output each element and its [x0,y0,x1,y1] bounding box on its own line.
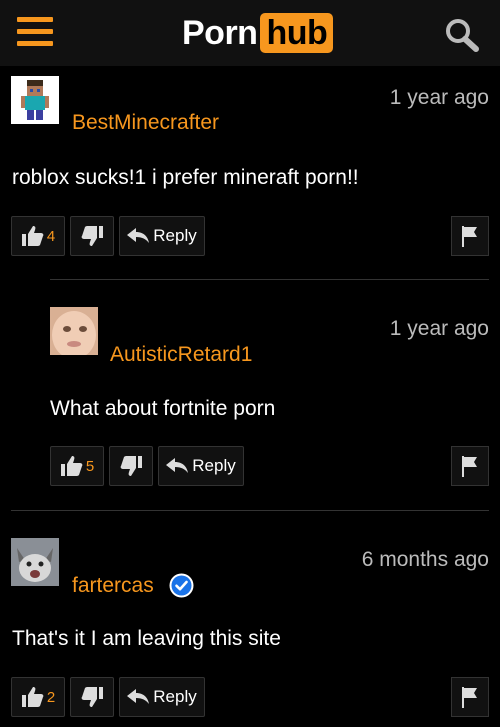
comment-reply: AutisticRetard1 1 year ago What about fo… [0,280,500,510]
upvote-button[interactable]: 4 [11,216,65,256]
flag-button[interactable] [451,216,489,256]
reply-arrow-icon [127,689,150,704]
comment-text: That's it I am leaving this site [12,627,281,650]
comment-text: roblox sucks!1 i prefer mineraft porn!! [12,166,359,189]
thumbs-down-icon [120,456,142,476]
search-icon[interactable] [442,16,482,54]
comment-text: What about fortnite porn [50,397,276,420]
upvote-count: 4 [46,227,56,245]
avatar[interactable] [11,76,59,124]
reply-label: Reply [192,456,236,475]
flag-icon [462,456,477,477]
thumbs-down-icon [81,687,103,707]
flag-icon [462,687,477,708]
upvote-count: 2 [46,688,56,706]
flag-icon [462,226,477,247]
upvote-button[interactable]: 2 [11,677,65,717]
logo-text-right: hub [260,13,334,53]
thumbs-up-icon [21,226,44,246]
upvote-button[interactable]: 5 [50,446,104,486]
logo-text-left: Porn [182,13,258,52]
verified-badge-icon [169,573,194,598]
upvote-count: 5 [85,457,95,475]
thumbs-up-icon [60,456,83,476]
comment: fartercas 6 months ago That's it I am le… [0,511,500,727]
reply-arrow-icon [127,228,150,243]
comment-timestamp: 6 months ago [361,548,489,571]
downvote-button[interactable] [70,677,114,717]
avatar[interactable] [11,538,59,586]
comment: BestMinecrafter 1 year ago roblox sucks!… [0,66,500,280]
reply-arrow-icon [166,458,189,473]
comment-timestamp: 1 year ago [389,86,489,109]
thumbs-up-icon [21,687,44,707]
downvote-button[interactable] [109,446,153,486]
flag-button[interactable] [451,446,489,486]
downvote-button[interactable] [70,216,114,256]
reply-button[interactable]: Reply [119,216,205,256]
reply-button[interactable]: Reply [158,446,244,486]
comment-timestamp: 1 year ago [389,317,489,340]
reply-button[interactable]: Reply [119,677,205,717]
hamburger-menu-icon[interactable] [17,17,53,49]
comment-username[interactable]: BestMinecrafter [72,111,219,135]
flag-button[interactable] [451,677,489,717]
thumbs-down-icon [81,226,103,246]
reply-label: Reply [153,687,197,706]
site-logo[interactable]: Porn hub [182,11,334,55]
reply-label: Reply [153,226,197,245]
avatar[interactable] [50,307,98,355]
comment-username[interactable]: AutisticRetard1 [110,343,252,367]
comment-username[interactable]: fartercas [72,574,154,598]
top-bar: Porn hub [0,0,500,66]
